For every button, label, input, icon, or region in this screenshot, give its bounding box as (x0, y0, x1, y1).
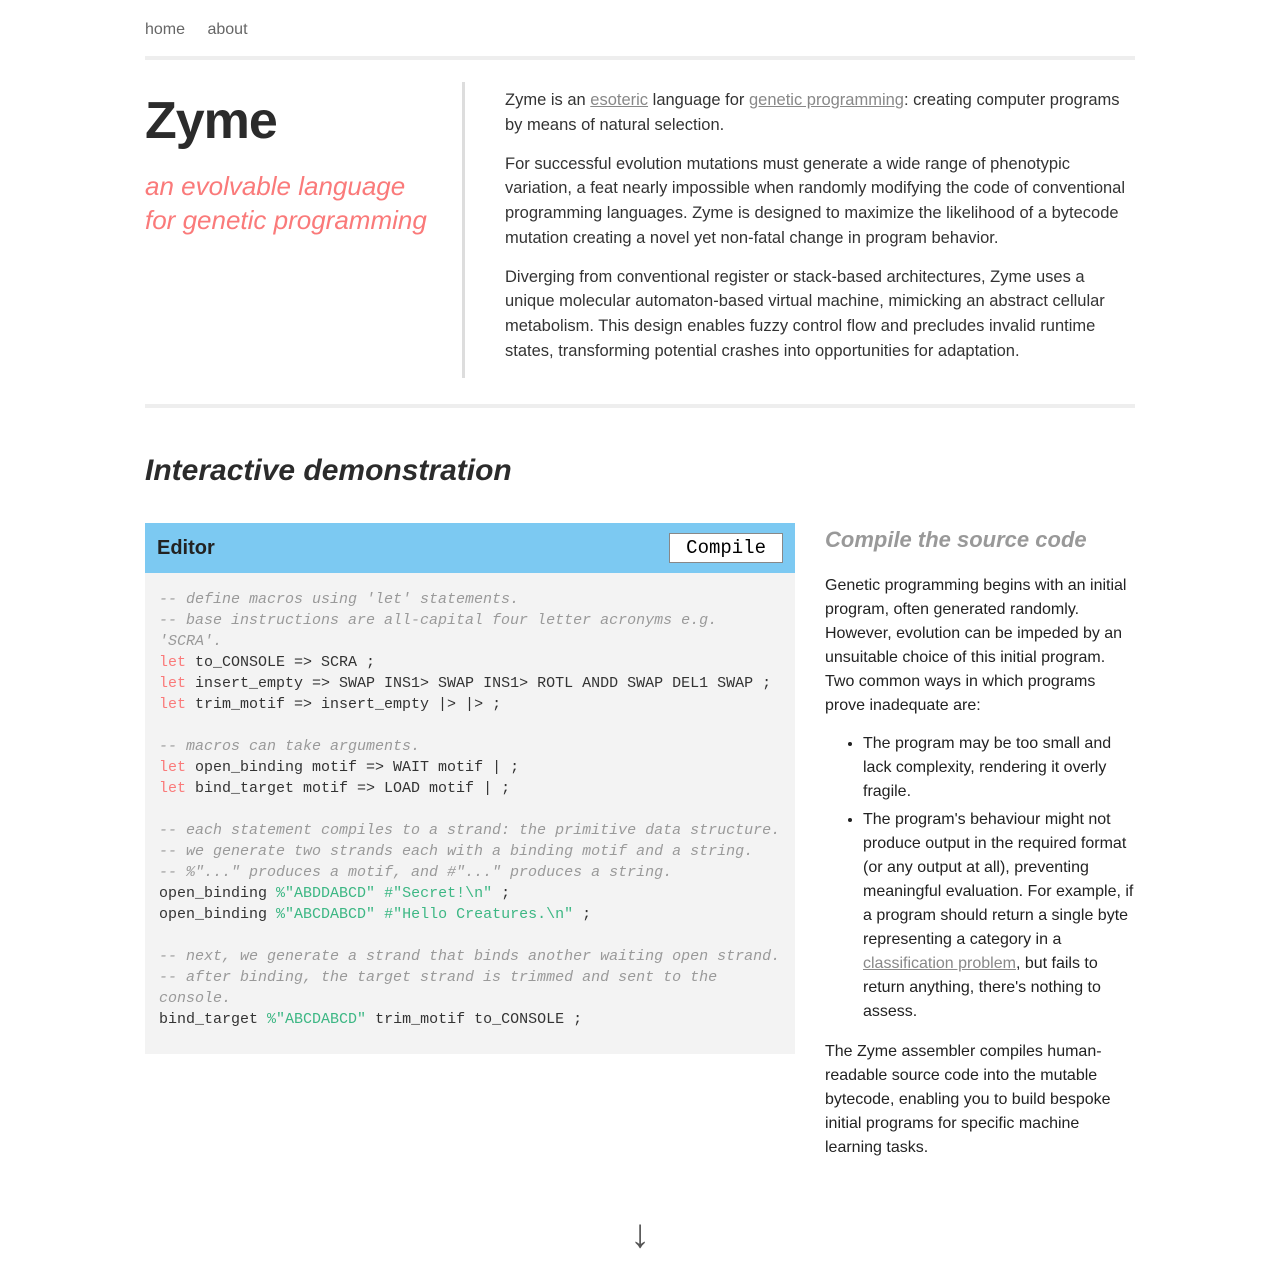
link-genetic-programming[interactable]: genetic programming (749, 91, 904, 109)
down-arrow-icon: ↓ (145, 1204, 1135, 1264)
intro-p1: Zyme is an esoteric language for genetic… (505, 88, 1135, 138)
demo-heading: Interactive demonstration (145, 448, 1135, 493)
editor-panel: Editor Compile -- define macros using 'l… (145, 523, 795, 1054)
side-p1: Genetic programming begins with an initi… (825, 574, 1135, 718)
nav-about[interactable]: about (207, 21, 247, 38)
intro-p2: For successful evolution mutations must … (505, 152, 1135, 251)
top-nav: home about (145, 0, 1135, 56)
page-subtitle: an evolvable language for genetic progra… (145, 170, 432, 238)
header-section: Zyme an evolvable language for genetic p… (145, 60, 1135, 404)
link-esoteric[interactable]: esoteric (590, 91, 648, 109)
intro-p3: Diverging from conventional register or … (505, 265, 1135, 364)
side-li1: The program may be too small and lack co… (863, 732, 1135, 804)
divider (145, 404, 1135, 408)
link-classification-problem[interactable]: classification problem (863, 955, 1016, 972)
editor-label: Editor (157, 533, 215, 563)
page-title: Zyme (145, 82, 432, 160)
code-editor[interactable]: -- define macros using 'let' statements.… (145, 573, 795, 1054)
side-title: Compile the source code (825, 523, 1135, 556)
compile-button[interactable]: Compile (669, 533, 783, 563)
side-explanation: Compile the source code Genetic programm… (825, 523, 1135, 1174)
side-li2: The program's behaviour might not produc… (863, 808, 1135, 1024)
side-p2: The Zyme assembler compiles human-readab… (825, 1040, 1135, 1160)
nav-home[interactable]: home (145, 21, 185, 38)
